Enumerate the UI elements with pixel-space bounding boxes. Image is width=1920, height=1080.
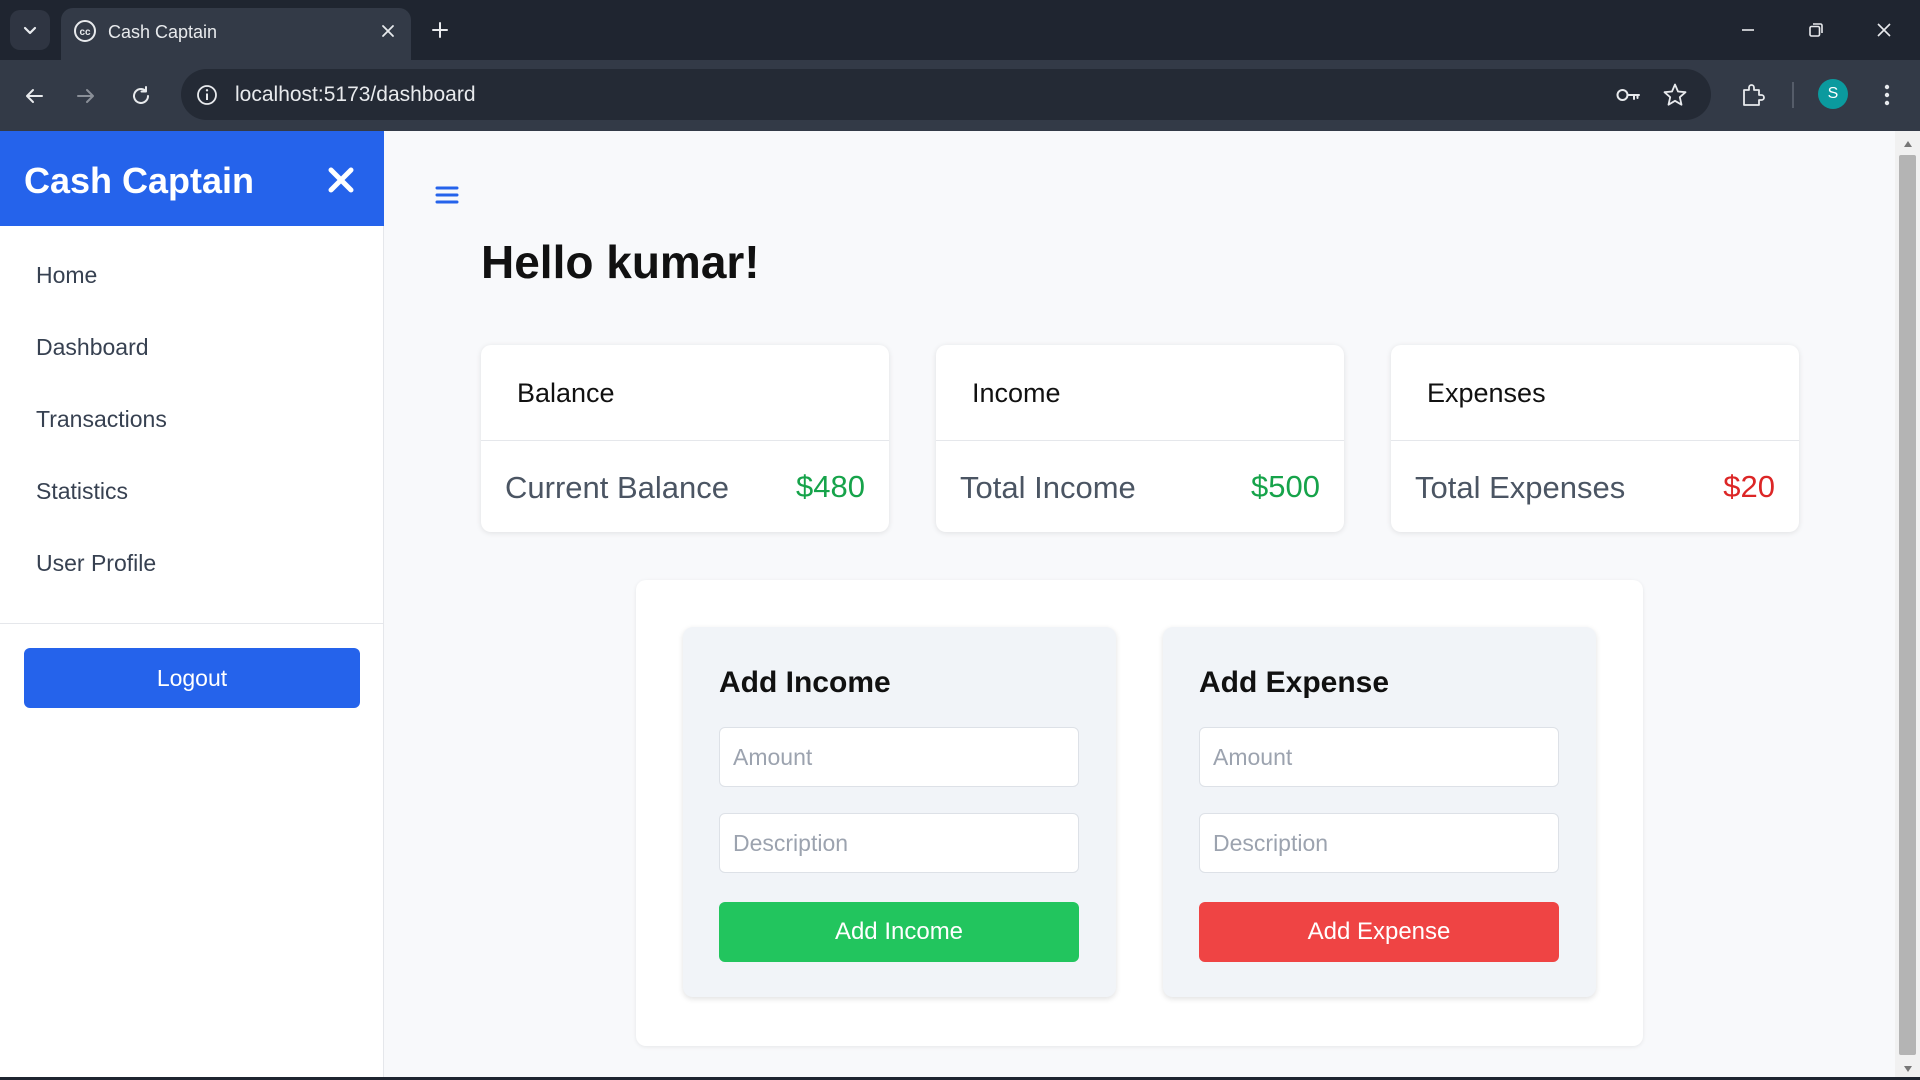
card-title: Income [972, 378, 1061, 408]
sidebar-nav: Home Dashboard Transactions Statistics U… [0, 226, 384, 624]
close-icon [382, 25, 394, 37]
browser-menu-button[interactable] [1869, 77, 1905, 113]
card-header: Expenses [1391, 345, 1799, 441]
cc-favicon-icon: cc [74, 20, 96, 42]
password-key-button[interactable] [1613, 80, 1643, 110]
logout-button[interactable]: Logout [24, 648, 360, 708]
form-title: Add Income [719, 666, 891, 699]
add-expense-button[interactable]: Add Expense [1199, 902, 1559, 962]
card-label: Total Expenses [1415, 470, 1626, 505]
forward-button[interactable] [66, 76, 106, 116]
card-header: Income [936, 345, 1344, 441]
income-value: $500 [1251, 469, 1320, 504]
triangle-up-icon [1903, 140, 1912, 147]
reload-icon [133, 86, 149, 104]
sidebar-item-home[interactable]: Home [36, 262, 97, 289]
add-income-form: Add Income Add Income [683, 627, 1116, 997]
sidebar: Cash Captain Home Dashboard Transactions… [0, 131, 384, 1080]
back-button[interactable] [14, 76, 54, 116]
scroll-up-arrow[interactable] [1901, 137, 1914, 150]
form-title: Add Expense [1199, 666, 1390, 699]
browser-toolbar: localhost:5173/dashboard S [0, 60, 1920, 131]
star-icon [1663, 83, 1687, 106]
browser-tab-bar: cc Cash Captain [0, 0, 1920, 60]
triangle-down-icon [1903, 1065, 1912, 1072]
tab-title: Cash Captain [108, 22, 218, 42]
scrollbar-thumb[interactable] [1899, 155, 1916, 1055]
bookmark-button[interactable] [1660, 80, 1690, 110]
add-income-button[interactable]: Add Income [719, 902, 1079, 962]
card-label: Total Income [960, 470, 1136, 505]
browser-tab[interactable]: cc Cash Captain [61, 8, 411, 60]
tab-search-button[interactable] [10, 10, 50, 50]
card-header: Balance [481, 345, 889, 441]
card-title: Balance [517, 378, 615, 408]
balance-value: $480 [796, 469, 865, 504]
arrow-right-icon [77, 89, 94, 103]
extensions-button[interactable] [1735, 77, 1771, 113]
expenses-value: $20 [1723, 469, 1775, 504]
page-scrollbar[interactable] [1895, 131, 1920, 1080]
scroll-down-arrow[interactable] [1901, 1062, 1914, 1075]
url-text[interactable]: localhost:5173/dashboard [235, 83, 476, 107]
tab-close-button[interactable] [375, 18, 401, 44]
reload-button[interactable] [121, 76, 161, 116]
expenses-card: Expenses Total Expenses $20 [1391, 345, 1799, 532]
profile-avatar[interactable]: S [1818, 79, 1848, 109]
balance-card: Balance Current Balance $480 [481, 345, 889, 532]
more-vertical-icon [1884, 84, 1890, 106]
plus-icon [432, 22, 448, 38]
forms-panel: Add Income Add Income Add Expense Add Ex… [636, 580, 1643, 1046]
puzzle-icon [1743, 84, 1765, 106]
new-tab-button[interactable] [424, 14, 456, 46]
sidebar-item-transactions[interactable]: Transactions [36, 406, 167, 433]
card-label: Current Balance [505, 470, 730, 505]
restore-button[interactable] [1794, 8, 1838, 52]
arrow-left-icon [26, 89, 43, 103]
toolbar-divider [1792, 82, 1794, 108]
add-expense-form: Add Expense Add Expense [1163, 627, 1596, 997]
expense-amount-input[interactable] [1199, 727, 1559, 787]
income-description-input[interactable] [719, 813, 1079, 873]
restore-icon [1809, 23, 1823, 37]
page-title: Hello kumar! [481, 236, 760, 288]
site-info-icon[interactable] [193, 81, 221, 109]
sidebar-item-dashboard[interactable]: Dashboard [36, 334, 149, 361]
income-amount-input[interactable] [719, 727, 1079, 787]
sidebar-item-statistics[interactable]: Statistics [36, 478, 128, 505]
sidebar-item-user-profile[interactable]: User Profile [36, 550, 156, 577]
card-title: Expenses [1427, 378, 1546, 408]
chevron-down-icon [23, 26, 37, 35]
expense-description-input[interactable] [1199, 813, 1559, 873]
sidebar-close-button[interactable] [322, 161, 360, 199]
income-card: Income Total Income $500 [936, 345, 1344, 532]
main-content: Hello kumar! Balance Current Balance $48… [385, 131, 1895, 1080]
minimize-button[interactable] [1726, 8, 1770, 52]
svg-text:cc: cc [79, 27, 91, 38]
address-bar[interactable]: localhost:5173/dashboard [181, 69, 1711, 120]
menu-icon[interactable] [433, 183, 461, 207]
close-icon [328, 167, 354, 193]
key-icon [1616, 89, 1640, 101]
close-icon [1877, 23, 1891, 37]
sidebar-header: Cash Captain [0, 131, 384, 226]
brand-title: Cash Captain [24, 160, 255, 201]
minimize-icon [1742, 29, 1754, 31]
window-close-button[interactable] [1862, 8, 1906, 52]
